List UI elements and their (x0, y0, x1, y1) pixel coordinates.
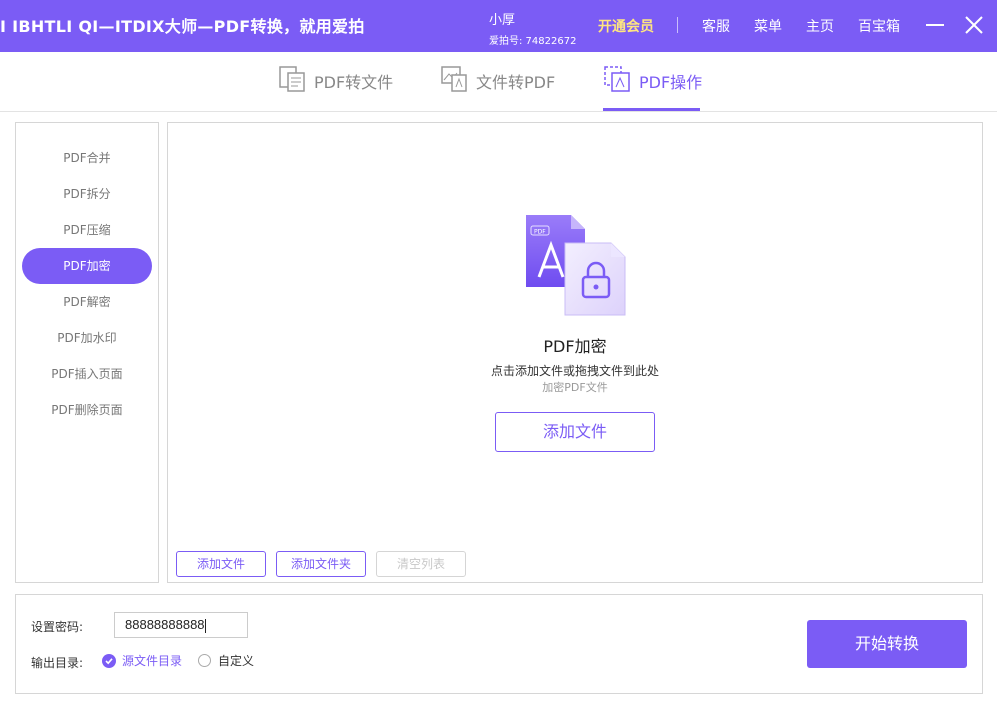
password-value: 88888888888 (125, 617, 205, 632)
menu-link[interactable]: 菜单 (754, 16, 782, 36)
radio-label: 源文件目录 (122, 654, 183, 668)
service-link[interactable]: 客服 (702, 16, 730, 36)
sidebar: PDF合并 PDF拆分 PDF压缩 PDF加密 PDF解密 PDF加水印 PDF… (15, 122, 159, 583)
radio-circle-icon (198, 654, 211, 667)
tab-label: PDF操作 (639, 73, 703, 92)
active-tab-indicator (603, 108, 700, 111)
svg-text:PDF: PDF (534, 229, 546, 236)
tab-bar: PDF转文件 文件转PDF PDF操作 (0, 52, 997, 112)
settings-panel: 设置密码: 88888888888 输出目录: 源文件目录 自定义 开始转换 (15, 594, 983, 694)
text-caret (204, 618, 206, 633)
pdf-lock-icon: PDF (523, 213, 629, 319)
vip-button[interactable]: 开通会员 (598, 16, 654, 36)
sidebar-item-delete-page[interactable]: PDF删除页面 (22, 392, 152, 428)
clear-list-button[interactable]: 清空列表 (376, 551, 466, 577)
radio-source-dir[interactable]: 源文件目录 (102, 652, 182, 669)
sidebar-item-split[interactable]: PDF拆分 (22, 176, 152, 212)
sidebar-item-compress[interactable]: PDF压缩 (22, 212, 152, 248)
tab-file-to-pdf[interactable]: 文件转PDF (440, 66, 555, 96)
add-file-button-large[interactable]: 添加文件 (495, 412, 655, 452)
minimize-icon[interactable] (924, 14, 946, 36)
tab-pdf-to-file[interactable]: PDF转文件 (278, 66, 393, 96)
app-title: I IBHTLI QI—ITDIX大师—PDF转换，就用爱拍 (0, 17, 365, 36)
user-name: 小厚 (489, 13, 516, 28)
sidebar-item-encrypt[interactable]: PDF加密 (22, 248, 152, 284)
radio-label: 自定义 (218, 654, 255, 668)
tab-pdf-operation[interactable]: PDF操作 (603, 66, 702, 96)
pdf-operation-icon (603, 65, 639, 97)
file-to-pdf-icon (440, 65, 476, 97)
sidebar-item-insert-page[interactable]: PDF插入页面 (22, 356, 152, 392)
sidebar-item-watermark[interactable]: PDF加水印 (22, 320, 152, 356)
pdf-to-file-icon (278, 65, 314, 97)
start-convert-button[interactable]: 开始转换 (807, 620, 967, 668)
sidebar-item-merge[interactable]: PDF合并 (22, 140, 152, 176)
sidebar-item-decrypt[interactable]: PDF解密 (22, 284, 152, 320)
password-input[interactable]: 88888888888 (114, 612, 248, 638)
drop-title: PDF加密 (543, 337, 607, 356)
file-drop-area[interactable]: PDF PDF加密 点击添加文件或拖拽文件到此处 加密PDF文件 添加文件 添加… (167, 122, 983, 583)
tab-label: PDF转文件 (314, 73, 394, 92)
close-icon[interactable] (963, 14, 985, 36)
title-bar: I IBHTLI QI—ITDIX大师—PDF转换，就用爱拍 小厚 爱拍号: 7… (0, 0, 997, 52)
drop-hint: 点击添加文件或拖拽文件到此处 (490, 364, 659, 378)
home-link[interactable]: 主页 (806, 16, 834, 36)
radio-custom-dir[interactable]: 自定义 (198, 652, 254, 669)
drop-subhint: 加密PDF文件 (542, 381, 608, 394)
user-info[interactable]: 小厚 爱拍号: 74822672 (489, 9, 576, 47)
toolbox-link[interactable]: 百宝箱 (858, 16, 900, 36)
divider (677, 17, 678, 33)
output-dir-label: 输出目录: (31, 656, 84, 670)
add-folder-button[interactable]: 添加文件夹 (276, 551, 366, 577)
check-icon (102, 653, 116, 668)
user-id: 爱拍号: 74822672 (489, 36, 577, 47)
tab-label: 文件转PDF (476, 73, 556, 92)
password-label: 设置密码: (31, 620, 84, 634)
add-file-button[interactable]: 添加文件 (176, 551, 266, 577)
